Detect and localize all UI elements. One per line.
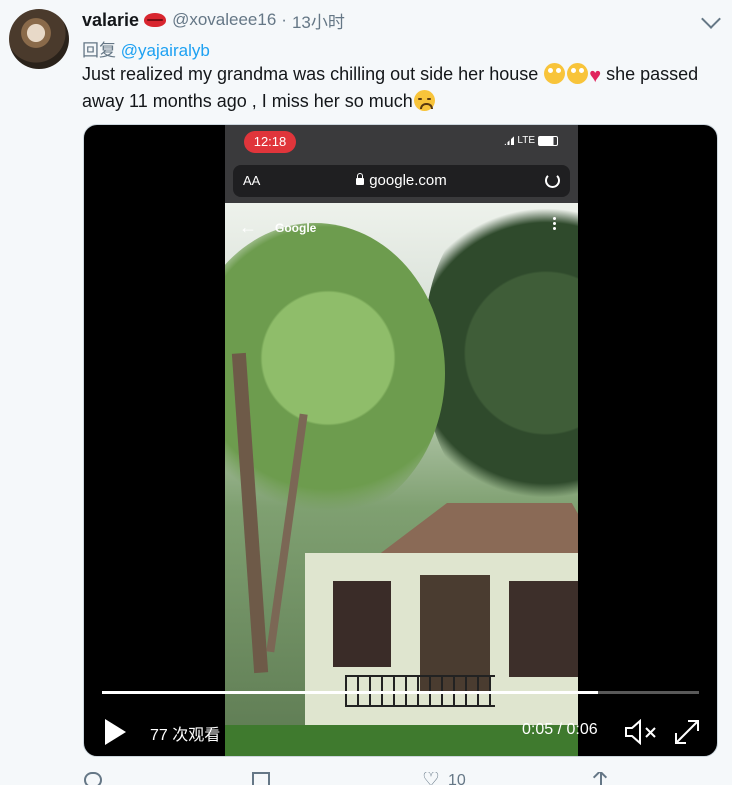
- page-title: Google: [275, 220, 317, 235]
- share-button[interactable]: [592, 772, 602, 785]
- tweet-header: valarie @xovaleee16 · 13小时: [82, 8, 345, 32]
- separator-dot: ·: [281, 10, 287, 29]
- url-value: google.com: [369, 172, 447, 189]
- more-options-icon: [553, 217, 556, 220]
- tweet: valarie @xovaleee16 · 13小时 回复 @yajairaly…: [0, 0, 732, 785]
- reply-button[interactable]: [84, 772, 102, 785]
- chevron-down-icon[interactable]: [701, 9, 721, 29]
- share-icon: [600, 772, 602, 785]
- page-top-bar: ← Google: [239, 217, 316, 238]
- back-arrow-icon: ←: [239, 217, 257, 237]
- signal-icon: [504, 136, 515, 145]
- red-heart-emoji-icon: ♥: [589, 65, 602, 87]
- rolling-eyes-emoji-icon: [567, 63, 589, 84]
- reload-icon: [545, 173, 560, 188]
- tree-left: [225, 223, 445, 523]
- video-time: 0:05 / 0:06: [522, 721, 598, 738]
- user-handle[interactable]: @xovaleee16: [172, 10, 276, 30]
- retweet-icon: [252, 772, 270, 785]
- kiss-mark-emoji-icon: [144, 13, 167, 27]
- carrier-label: LTE: [517, 135, 535, 146]
- view-count: 77 次观看: [150, 727, 221, 744]
- reply-context: 回复 @yajairalyb: [82, 36, 210, 61]
- phone-clock: 12:18: [244, 131, 296, 153]
- tweet-text: Just realized my grandma was chilling ou…: [82, 62, 722, 114]
- tweet-time[interactable]: 13小时: [292, 8, 345, 33]
- mute-icon[interactable]: [624, 719, 664, 745]
- reply-to-link[interactable]: @yajairalyb: [121, 41, 210, 60]
- phone-status-bar: 12:18 LTE: [225, 125, 578, 161]
- video-scene: ← Google: [225, 193, 578, 756]
- tree-right: [425, 193, 578, 513]
- lock-icon: [356, 173, 365, 185]
- video-frame: 12:18 LTE AA google.com ← Google: [225, 125, 578, 756]
- reply-icon: [84, 772, 102, 785]
- display-name[interactable]: valarie: [82, 10, 139, 31]
- house-window: [333, 581, 391, 667]
- retweet-button[interactable]: [252, 772, 270, 785]
- house-roof: [374, 503, 578, 558]
- like-count: 10: [447, 772, 466, 785]
- url-text: google.com: [233, 172, 570, 189]
- disappointed-face-emoji-icon: [413, 90, 435, 111]
- like-button[interactable]: ♡ 10: [422, 772, 466, 785]
- video-progress-fill: [102, 691, 598, 694]
- status-icons: LTE: [504, 135, 558, 146]
- avatar[interactable]: [9, 9, 69, 69]
- video-progress-bar[interactable]: [102, 691, 699, 694]
- tweet-text-part1: Just realized my grandma was chilling ou…: [82, 64, 544, 84]
- rolling-eyes-emoji-icon: [544, 63, 566, 84]
- video-player[interactable]: 12:18 LTE AA google.com ← Google 77 次观看 …: [83, 124, 718, 757]
- tweet-actions: ♡ 10: [84, 772, 644, 785]
- reply-prefix: 回复: [82, 41, 116, 60]
- battery-icon: [538, 135, 558, 146]
- play-icon[interactable]: [105, 719, 126, 745]
- fullscreen-icon[interactable]: [672, 717, 702, 747]
- heart-icon: ♡: [422, 772, 440, 785]
- house-window: [509, 581, 578, 677]
